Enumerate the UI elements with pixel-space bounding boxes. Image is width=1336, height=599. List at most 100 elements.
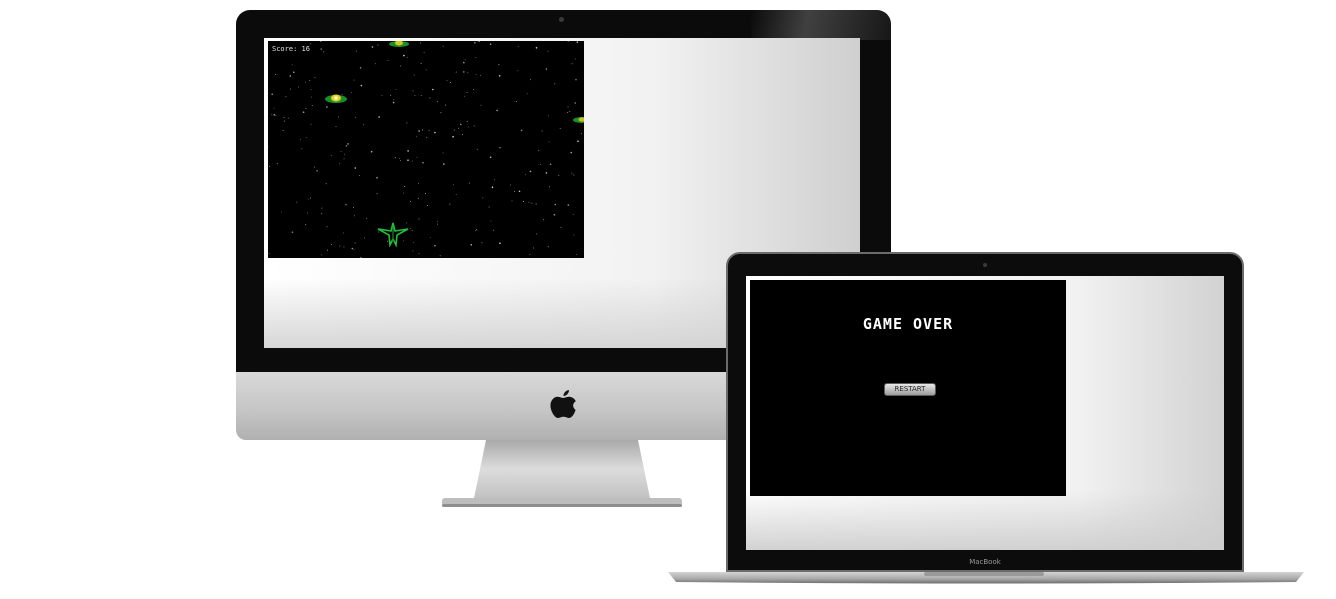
star — [473, 125, 475, 127]
star — [517, 70, 519, 72]
star — [492, 229, 494, 231]
star — [422, 129, 423, 131]
star — [475, 73, 477, 75]
macbook-screen: GAME OVER RESTART — [746, 276, 1224, 550]
star — [290, 88, 291, 90]
star — [406, 122, 408, 124]
star — [541, 130, 543, 132]
star — [316, 170, 318, 172]
star — [344, 153, 346, 155]
player-ship-icon — [377, 222, 409, 247]
star — [529, 254, 531, 256]
game-over-title: GAME OVER — [862, 315, 954, 333]
star — [466, 120, 468, 122]
star — [515, 101, 517, 103]
star — [325, 183, 327, 185]
star — [559, 128, 561, 130]
star — [463, 71, 465, 73]
star — [510, 184, 512, 186]
star — [569, 111, 571, 112]
star — [496, 109, 498, 112]
star — [273, 114, 275, 116]
star — [353, 79, 355, 81]
star — [466, 91, 468, 93]
star — [400, 159, 401, 161]
star — [490, 220, 492, 222]
star — [310, 123, 312, 125]
star — [434, 244, 436, 247]
star — [452, 135, 454, 138]
star — [296, 201, 298, 203]
star — [269, 165, 271, 167]
star — [415, 136, 417, 138]
star — [476, 148, 478, 150]
star — [428, 130, 430, 132]
star — [291, 64, 293, 66]
star — [335, 125, 337, 127]
star — [437, 223, 439, 225]
star — [560, 227, 562, 229]
star — [345, 203, 347, 206]
star — [567, 204, 570, 206]
star — [376, 193, 378, 195]
star — [395, 88, 397, 90]
star — [443, 163, 445, 165]
star — [353, 215, 355, 217]
star — [481, 242, 483, 244]
star — [553, 214, 556, 216]
star — [378, 116, 380, 118]
screen-shadow — [746, 490, 1224, 550]
star — [370, 150, 373, 153]
star — [416, 156, 418, 158]
star — [529, 79, 531, 81]
enemy-ship-icon — [573, 117, 584, 123]
star — [354, 167, 357, 169]
game-over-canvas: GAME OVER RESTART — [750, 280, 1066, 496]
star — [437, 220, 439, 222]
star — [548, 141, 550, 143]
star — [427, 205, 429, 207]
star — [520, 129, 523, 132]
star — [301, 148, 303, 150]
star — [283, 120, 285, 122]
macbook-base — [668, 572, 1304, 584]
star — [533, 247, 534, 249]
star — [523, 201, 525, 202]
star — [311, 96, 312, 98]
star — [371, 46, 374, 48]
star — [351, 247, 354, 250]
star — [572, 213, 574, 215]
star — [554, 203, 557, 206]
star — [498, 147, 500, 149]
star — [531, 202, 533, 204]
star — [305, 107, 307, 109]
star — [472, 89, 474, 90]
star — [419, 42, 421, 44]
star — [342, 232, 344, 234]
star — [418, 218, 420, 220]
star — [429, 236, 431, 238]
star — [406, 56, 408, 58]
star — [538, 150, 540, 152]
star — [547, 50, 549, 52]
star — [326, 106, 328, 108]
star — [381, 94, 383, 96]
star — [432, 88, 434, 91]
star — [293, 71, 295, 73]
star — [545, 68, 548, 70]
star — [331, 243, 333, 245]
star — [287, 117, 289, 119]
game-canvas[interactable]: Score: 16 — [268, 41, 584, 258]
star — [343, 158, 345, 160]
star — [479, 41, 480, 43]
star — [330, 155, 332, 156]
star — [489, 156, 492, 159]
score-label: Score: 16 — [272, 45, 310, 53]
restart-button[interactable]: RESTART — [884, 383, 936, 396]
star — [414, 95, 416, 96]
star — [354, 242, 356, 244]
star — [407, 159, 409, 161]
star — [364, 237, 365, 239]
star — [359, 174, 361, 176]
enemy-ship-icon — [325, 94, 347, 103]
